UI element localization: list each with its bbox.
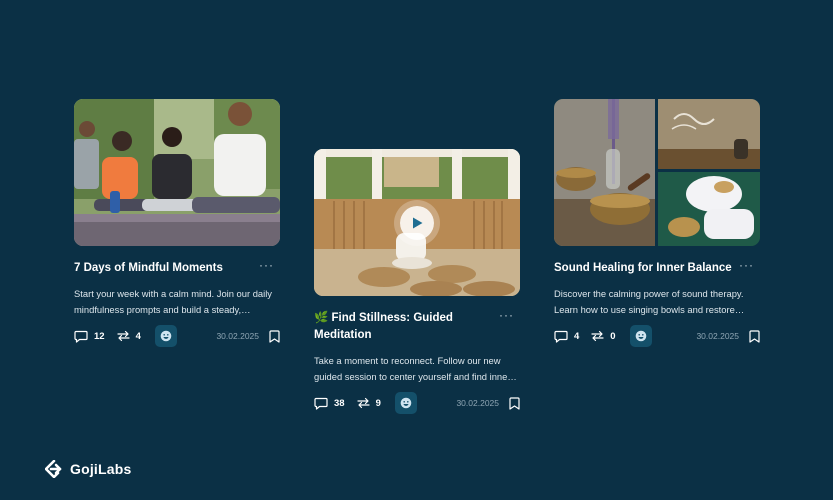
post-meta: 38 9 30.02.2025 [314, 392, 520, 414]
reaction-button[interactable] [629, 325, 652, 347]
gojilabs-logo-icon [45, 460, 62, 478]
post-card[interactable]: Sound Healing for Inner Balance ··· Disc… [554, 99, 760, 347]
post-description: Discover the calming power of sound ther… [554, 288, 744, 315]
smiley-icon [160, 330, 172, 342]
post-date: 30.02.2025 [216, 331, 259, 341]
post-description: Take a moment to reconnect. Follow our n… [314, 355, 511, 382]
smiley-icon [400, 397, 412, 409]
repost-count: 0 [610, 330, 616, 342]
comment-count: 12 [94, 330, 105, 342]
comment-count: 38 [334, 397, 345, 409]
repost-count: 4 [135, 330, 141, 342]
smiley-icon [635, 330, 646, 342]
repost-icon[interactable] [591, 330, 604, 342]
brand-logo[interactable]: GojiLabs [45, 460, 132, 478]
post-meta: 12 4 30.02.2025 [74, 325, 280, 347]
more-icon[interactable]: ··· [259, 259, 274, 271]
post-card[interactable]: 7 Days of Mindful Moments ··· Start your… [74, 99, 280, 347]
post-date: 30.02.2025 [456, 398, 499, 408]
play-button[interactable] [400, 205, 434, 240]
bookmark-icon[interactable] [509, 396, 520, 410]
bookmark-icon[interactable] [269, 329, 280, 343]
leaf-emoji: 🌿 [314, 312, 329, 324]
comment-icon[interactable] [314, 396, 328, 410]
repost-count: 9 [375, 397, 381, 409]
post-image-group-yoga[interactable] [74, 99, 280, 246]
post-title[interactable]: 🌿 Find Stillness: Guided Meditation [314, 310, 494, 344]
post-date: 30.02.2025 [696, 331, 739, 341]
more-icon[interactable]: ··· [739, 259, 754, 271]
post-title[interactable]: Sound Healing for Inner Balance [554, 260, 732, 277]
bookmark-icon[interactable] [749, 329, 760, 343]
comment-count: 4 [574, 330, 580, 342]
post-card[interactable]: 🌿 Find Stillness: Guided Meditation ··· … [314, 149, 520, 414]
brand-name: GojiLabs [70, 461, 132, 477]
more-icon[interactable]: ··· [499, 309, 514, 321]
post-description: Start your week with a calm mind. Join o… [74, 288, 272, 315]
repost-icon[interactable] [116, 330, 130, 342]
repost-icon[interactable] [356, 397, 370, 409]
comment-icon[interactable] [74, 329, 88, 343]
post-meta: 4 0 30.02.2025 [554, 325, 760, 347]
reaction-button[interactable] [154, 325, 177, 347]
post-image-singing-bowls[interactable] [554, 99, 760, 246]
play-icon [413, 217, 423, 228]
post-video-meditation[interactable] [314, 149, 520, 296]
reaction-button[interactable] [394, 392, 417, 414]
comment-icon[interactable] [554, 329, 568, 343]
post-title[interactable]: 7 Days of Mindful Moments [74, 260, 223, 277]
